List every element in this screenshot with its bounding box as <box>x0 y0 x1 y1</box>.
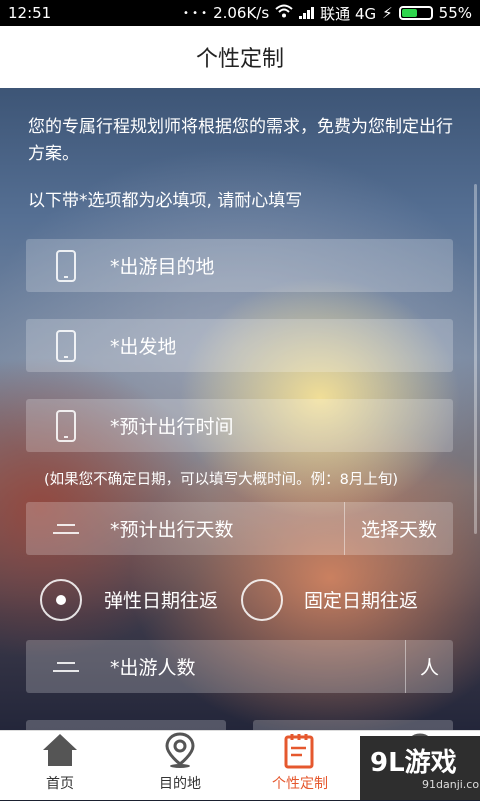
nav-home-label: 首页 <box>46 776 74 792</box>
radio-selected-dot <box>56 595 66 605</box>
site-watermark: 9L游戏 91danji.com <box>360 736 480 800</box>
destination-label: *出游目的地 <box>110 256 215 278</box>
phone-icon <box>56 249 76 282</box>
travel-time-field[interactable]: *预计出行时间 <box>26 399 453 452</box>
date-type-group: 弹性日期往返 固定日期往返 <box>0 576 480 624</box>
phone-icon <box>56 329 76 362</box>
nav-home[interactable]: 首页 <box>0 731 120 801</box>
select-days-button[interactable]: 选择天数 <box>344 502 453 555</box>
people-field[interactable]: *出游人数 人 <box>26 640 453 693</box>
days-field[interactable]: *预计出行天数 选择天数 <box>26 502 453 555</box>
notification-dots: • • • <box>183 7 208 19</box>
wifi-icon <box>275 4 293 22</box>
watermark-url: 91danji.com <box>422 778 480 791</box>
lines-icon <box>53 523 79 534</box>
watermark-logo: 9L游戏 <box>370 748 457 778</box>
departure-label: *出发地 <box>110 336 177 358</box>
customization-form: 您的专属行程规划师将根据您的需求，免费为您制定出行方案。 以下带*选项都为必填项… <box>0 88 480 730</box>
home-icon <box>43 734 77 766</box>
flexible-date-radio[interactable] <box>40 579 82 621</box>
travel-time-label: *预计出行时间 <box>110 416 234 438</box>
scrollbar[interactable] <box>474 184 477 534</box>
people-label: *出游人数 <box>110 657 196 679</box>
carrier-label: 联通 4G <box>320 4 377 23</box>
battery-percent: 55% <box>438 4 472 22</box>
notepad-edit-icon <box>284 734 314 769</box>
nav-destination[interactable]: 目的地 <box>120 731 240 801</box>
destination-field[interactable]: *出游目的地 <box>26 239 453 292</box>
partial-field-right[interactable] <box>253 720 453 730</box>
departure-field[interactable]: *出发地 <box>26 319 453 372</box>
page-title: 个性定制 <box>195 47 284 72</box>
required-note: 以下带*选项都为必填项, 请耐心填写 <box>28 191 303 211</box>
nav-destination-label: 目的地 <box>159 776 201 792</box>
days-label: *预计出行天数 <box>110 519 234 541</box>
date-hint: (如果您不确定日期，可以填写大概时间。例：8月上旬) <box>44 472 399 488</box>
status-time: 12:51 <box>8 4 52 22</box>
location-pin-icon <box>165 732 195 768</box>
intro-text: 您的专属行程规划师将根据您的需求，免费为您制定出行方案。 <box>28 117 453 164</box>
status-bar: 12:51 • • • 2.06K/s 联通 4G ⚡ 55% <box>0 0 480 26</box>
people-unit: 人 <box>405 640 453 693</box>
charging-icon: ⚡ <box>382 4 393 22</box>
nav-customize[interactable]: 个性定制 <box>240 731 360 801</box>
signal-icon <box>299 7 315 19</box>
fixed-date-label[interactable]: 固定日期往返 <box>304 586 418 613</box>
battery-icon <box>398 6 433 20</box>
title-bar: 个性定制 <box>0 26 480 88</box>
battery-level <box>401 9 418 17</box>
flexible-date-label[interactable]: 弹性日期往返 <box>104 586 218 613</box>
phone-icon <box>56 409 76 442</box>
partial-field-left[interactable] <box>26 720 226 730</box>
lines-icon <box>53 661 79 672</box>
network-speed: 2.06K/s <box>213 4 270 22</box>
fixed-date-radio[interactable] <box>241 579 283 621</box>
nav-customize-label: 个性定制 <box>272 776 328 792</box>
